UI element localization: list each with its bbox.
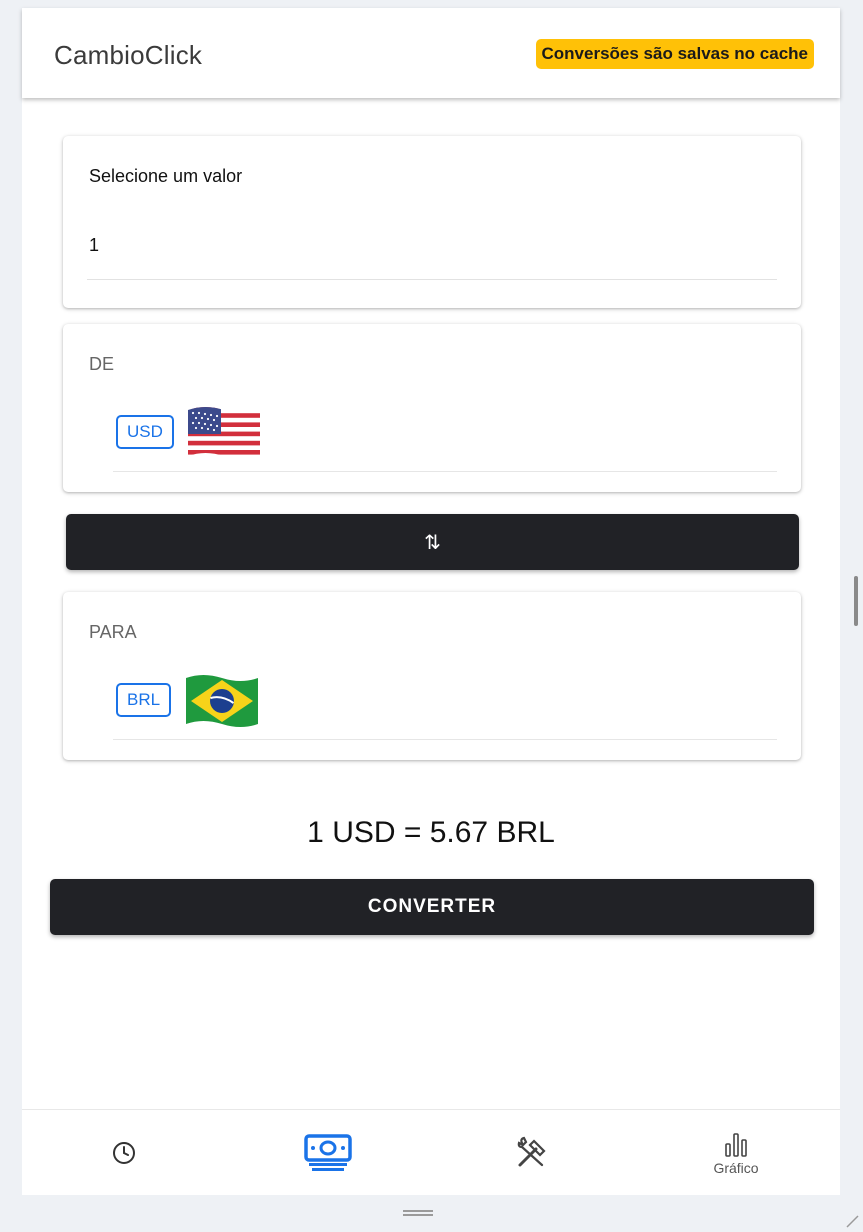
app-bar: CambioClick Conversões são salvas no cac… <box>22 8 840 98</box>
nav-item-tools[interactable] <box>430 1110 634 1196</box>
from-label: DE <box>89 354 115 374</box>
nav-label-chart: Gráfico <box>713 1160 759 1176</box>
to-label: PARA <box>89 622 137 642</box>
swap-vertical-icon: ⇅ <box>424 531 441 554</box>
from-select-underline <box>113 471 777 472</box>
convert-button[interactable]: CONVERTER <box>50 879 814 935</box>
swap-currencies-button[interactable]: ⇅ <box>66 514 799 570</box>
resize-handle[interactable] <box>403 1210 433 1216</box>
amount-input[interactable] <box>87 228 777 262</box>
cache-notice-badge: Conversões são salvas no cache <box>535 39 814 69</box>
from-currency-code: USD <box>116 415 174 449</box>
tools-icon <box>517 1136 546 1167</box>
from-currency-card: DE USD <box>63 324 801 492</box>
clock-icon <box>113 1142 135 1164</box>
amount-underline <box>87 279 777 280</box>
bottom-navigation: Gráfico <box>22 1109 840 1195</box>
to-currency-code: BRL <box>116 683 172 717</box>
to-currency-select[interactable]: BRL <box>113 670 777 740</box>
to-currency-card: PARA BRL <box>63 592 801 760</box>
bar-chart-icon <box>725 1133 747 1157</box>
nav-item-history[interactable] <box>22 1110 226 1196</box>
nav-item-chart[interactable]: Gráfico <box>634 1110 838 1196</box>
app-title: CambioClick <box>54 40 203 70</box>
to-select-underline <box>113 739 777 740</box>
app-window: CambioClick Conversões são salvas no cac… <box>22 8 840 1195</box>
resize-corner-icon[interactable] <box>845 1214 859 1228</box>
from-currency-select[interactable]: USD <box>113 402 777 472</box>
amount-label: Selecione um valor <box>89 166 243 186</box>
conversion-result: 1 USD = 5.67 BRL <box>307 816 555 849</box>
nav-item-convert[interactable] <box>226 1110 430 1196</box>
flag-us-icon <box>188 407 260 459</box>
flag-br-icon <box>186 675 258 727</box>
amount-card: Selecione um valor <box>63 136 801 308</box>
window-scrollbar[interactable] <box>854 576 858 626</box>
money-icon <box>304 1134 352 1171</box>
